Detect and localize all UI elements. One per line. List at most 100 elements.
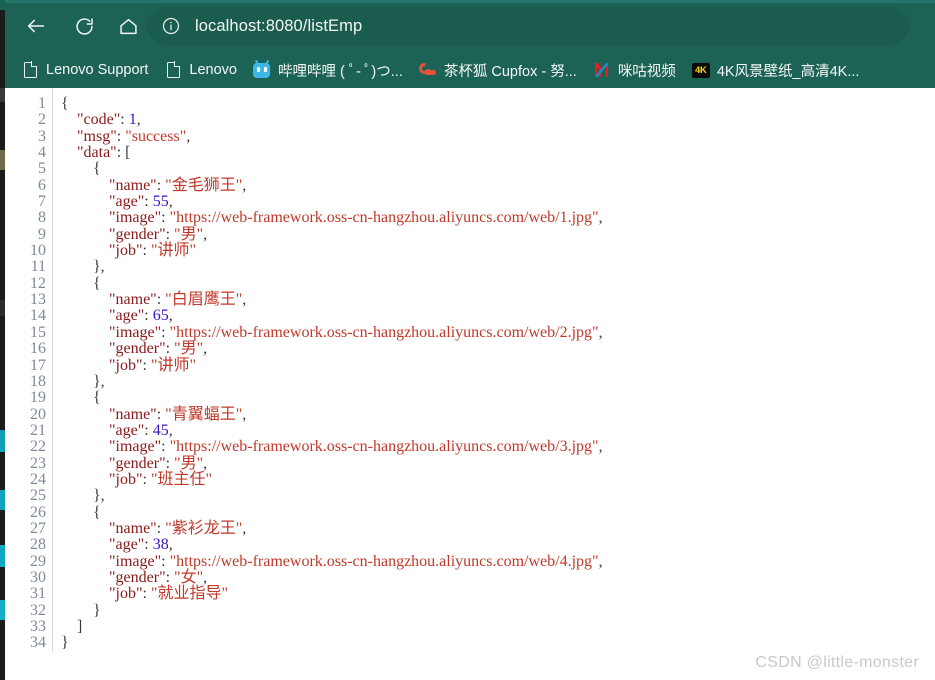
code-line: "image": "https://web-framework.oss-cn-h… bbox=[109, 552, 603, 570]
sliver-segment bbox=[0, 300, 5, 316]
code-line: "image": "https://web-framework.oss-cn-h… bbox=[109, 323, 603, 341]
watermark: CSDN @little-monster bbox=[755, 654, 919, 671]
line-number: 29 bbox=[30, 552, 46, 570]
line-number: 15 bbox=[30, 323, 46, 341]
code-line: { bbox=[61, 274, 101, 292]
code-line: "gender": "男", bbox=[109, 340, 208, 358]
code-line: } bbox=[61, 634, 69, 652]
code-line: } bbox=[61, 601, 101, 619]
json-code-block: { "code": 1, "msg": "success", "data": [… bbox=[53, 88, 603, 652]
code-line: { bbox=[61, 160, 101, 178]
bookmark-lenovo-support[interactable]: Lenovo Support bbox=[15, 56, 154, 84]
bilibili-icon bbox=[253, 59, 271, 79]
code-line: "gender": "男", bbox=[109, 454, 208, 472]
code-line: { bbox=[61, 389, 101, 407]
code-line: "name": "金毛狮王", bbox=[109, 176, 247, 194]
migu-glyph bbox=[595, 62, 609, 78]
code-line: "msg": "success", bbox=[77, 127, 191, 145]
line-number: 27 bbox=[30, 519, 46, 537]
url-text: localhost:8080/listEmp bbox=[195, 16, 363, 35]
line-number: 10 bbox=[30, 242, 46, 260]
code-line: "job": "讲师" bbox=[109, 356, 197, 374]
sliver-segment bbox=[0, 545, 5, 567]
bookmark-migu-video[interactable]: 咪咕视频 bbox=[587, 56, 682, 84]
bookmark-cupfox[interactable]: 茶杯狐 Cupfox - 努... bbox=[413, 56, 583, 84]
bookmark-label: 4K风景壁纸_高清4K... bbox=[716, 63, 860, 80]
sliver-segment bbox=[0, 150, 5, 170]
line-number: 16 bbox=[30, 340, 46, 358]
line-number: 14 bbox=[30, 307, 46, 325]
line-number-gutter: 1 2 3 4 5 6 7 8 9 10 11 12 13 14 15 16 17 18 19 20 21 22 23 24 2… bbox=[5, 88, 53, 652]
info-circle-icon bbox=[162, 17, 180, 35]
line-number: 1 bbox=[38, 95, 46, 112]
line-number: 34 bbox=[30, 634, 46, 652]
bookmark-lenovo[interactable]: Lenovo bbox=[158, 56, 243, 84]
line-number: 13 bbox=[30, 291, 46, 309]
page-icon bbox=[21, 61, 39, 79]
navigation-toolbar: localhost:8080/listEmp bbox=[5, 3, 935, 50]
address-bar[interactable]: localhost:8080/listEmp bbox=[147, 7, 909, 45]
code-line: }, bbox=[61, 372, 105, 390]
code-line: "age": 55, bbox=[109, 193, 173, 211]
line-number: 8 bbox=[38, 209, 46, 227]
site-info-icon[interactable] bbox=[161, 16, 181, 36]
bookmark-label: Lenovo Support bbox=[46, 62, 149, 78]
bookmark-label: 咪咕视频 bbox=[617, 63, 676, 80]
line-number: 19 bbox=[30, 389, 46, 407]
line-number: 2 bbox=[38, 111, 46, 129]
sliver-segment bbox=[0, 600, 5, 620]
bookmark-label: Lenovo bbox=[189, 62, 237, 78]
line-number: 3 bbox=[38, 127, 46, 145]
line-number: 30 bbox=[30, 568, 46, 586]
line-number: 22 bbox=[30, 438, 46, 456]
line-number: 32 bbox=[30, 601, 46, 619]
code-line: "job": "讲师" bbox=[109, 242, 197, 260]
code-line: "name": "白眉鹰王", bbox=[109, 291, 247, 309]
line-number: 21 bbox=[30, 421, 46, 439]
code-line: "code": 1, bbox=[77, 111, 141, 129]
back-button[interactable] bbox=[19, 9, 53, 43]
code-line: "image": "https://web-framework.oss-cn-h… bbox=[109, 209, 603, 227]
reload-button[interactable] bbox=[67, 9, 101, 43]
sliver-segment bbox=[0, 0, 5, 10]
home-button[interactable] bbox=[111, 9, 145, 43]
line-number: 4 bbox=[38, 144, 46, 162]
reload-icon bbox=[75, 17, 93, 35]
code-line: "job": "班主任" bbox=[109, 470, 213, 488]
bookmark-4k-wallpaper[interactable]: 4K 4K风景壁纸_高清4K... bbox=[686, 56, 866, 84]
line-number: 24 bbox=[30, 470, 46, 488]
code-line: "name": "紫衫龙王", bbox=[109, 519, 247, 537]
code-line: }, bbox=[61, 487, 105, 505]
sliver-segment bbox=[0, 490, 5, 510]
line-number: 18 bbox=[30, 372, 46, 390]
line-number: 11 bbox=[30, 258, 46, 276]
page-viewport: 1 2 3 4 5 6 7 8 9 10 11 12 13 14 15 16 17 18 19 20 21 22 23 24 2… bbox=[5, 88, 935, 680]
line-number: 20 bbox=[30, 405, 46, 423]
desktop-edge-sliver bbox=[0, 0, 5, 680]
line-number: 7 bbox=[38, 193, 46, 211]
fourk-icon: 4K bbox=[691, 61, 710, 79]
line-number: 26 bbox=[30, 503, 46, 521]
migu-icon bbox=[593, 61, 611, 79]
code-line: { bbox=[61, 503, 101, 521]
line-number: 17 bbox=[30, 356, 46, 374]
code-line: "name": "青翼蝠王", bbox=[109, 405, 247, 423]
line-number: 31 bbox=[30, 585, 46, 603]
code-line: "gender": "女", bbox=[109, 568, 208, 586]
page-icon bbox=[164, 61, 182, 79]
code-line: ] bbox=[61, 618, 83, 635]
code-line: "data": [ bbox=[77, 144, 131, 162]
code-line: "job": "就业指导" bbox=[109, 585, 229, 603]
code-line: "age": 38, bbox=[109, 536, 173, 554]
sliver-segment bbox=[0, 88, 5, 102]
back-arrow-icon bbox=[27, 19, 45, 33]
json-response-view: 1 2 3 4 5 6 7 8 9 10 11 12 13 14 15 16 17 18 19 20 21 22 23 24 2… bbox=[5, 88, 603, 652]
code-line: "gender": "男", bbox=[109, 225, 208, 243]
cupfox-icon bbox=[416, 60, 437, 79]
line-number: 23 bbox=[30, 454, 46, 472]
bookmark-bilibili[interactable]: 哔哩哔哩 ( ﾟ- ﾟ)つ... bbox=[247, 56, 409, 84]
browser-window: localhost:8080/listEmp Lenovo Support Le… bbox=[5, 0, 935, 680]
code-line: }, bbox=[61, 258, 105, 276]
line-number: 6 bbox=[38, 176, 46, 194]
line-number: 5 bbox=[38, 160, 46, 178]
